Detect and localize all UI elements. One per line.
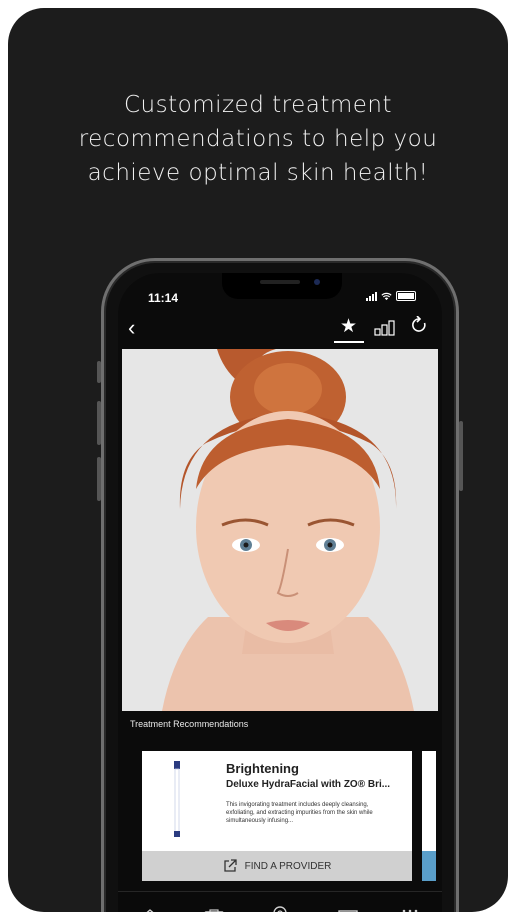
- recommendation-title: Brightening: [226, 761, 299, 776]
- face-photo: [122, 349, 438, 711]
- volume-down-button: [97, 457, 101, 501]
- promo-card: Customized treatment recommendations to …: [8, 8, 508, 912]
- refresh-icon[interactable]: [411, 316, 427, 334]
- star-icon[interactable]: ★: [340, 315, 357, 338]
- phone-frame: 11:14 ‹ ★ Treatment Recommendations Brig…: [97, 258, 463, 912]
- recommendation-card[interactable]: Brightening Deluxe HydraFacial with ZO® …: [142, 751, 412, 881]
- volume-up-button: [97, 401, 101, 445]
- next-recommendation-card[interactable]: [422, 751, 436, 881]
- product-thumbnail: [174, 761, 180, 837]
- section-label: Treatment Recommendations: [130, 719, 249, 729]
- active-tab-indicator: [334, 341, 364, 343]
- notch: [222, 273, 342, 299]
- find-provider-button[interactable]: FIND A PROVIDER: [142, 851, 412, 881]
- recommendation-subtitle: Deluxe HydraFacial with ZO® Bri...: [226, 779, 391, 790]
- chevron-left-icon[interactable]: ‹: [128, 315, 135, 341]
- status-icons: [366, 291, 416, 301]
- signal-icon: [366, 292, 377, 301]
- portrait-illustration: [122, 349, 438, 711]
- wifi-icon: [381, 292, 392, 301]
- front-camera: [314, 279, 320, 285]
- mute-switch: [97, 361, 101, 383]
- bar-chart-icon[interactable]: [374, 320, 396, 336]
- speaker: [260, 280, 300, 284]
- status-time: 11:14: [148, 291, 179, 305]
- external-link-icon: [224, 859, 237, 872]
- promo-headline: Customized treatment recommendations to …: [78, 92, 438, 186]
- recommendation-description: This invigorating treatment includes dee…: [226, 802, 373, 824]
- camera-icon[interactable]: [194, 902, 234, 912]
- grid-menu-icon[interactable]: [390, 902, 430, 912]
- tab-bar: [118, 891, 442, 912]
- battery-icon: [396, 291, 416, 301]
- card-icon[interactable]: [328, 902, 368, 912]
- home-icon[interactable]: [130, 902, 170, 912]
- find-provider-label: FIND A PROVIDER: [244, 860, 332, 872]
- power-button: [459, 421, 463, 491]
- phone-screen: 11:14 ‹ ★ Treatment Recommendations Brig…: [118, 273, 442, 912]
- nav-bar: ‹ ★: [118, 311, 442, 347]
- location-pin-icon[interactable]: [260, 902, 300, 912]
